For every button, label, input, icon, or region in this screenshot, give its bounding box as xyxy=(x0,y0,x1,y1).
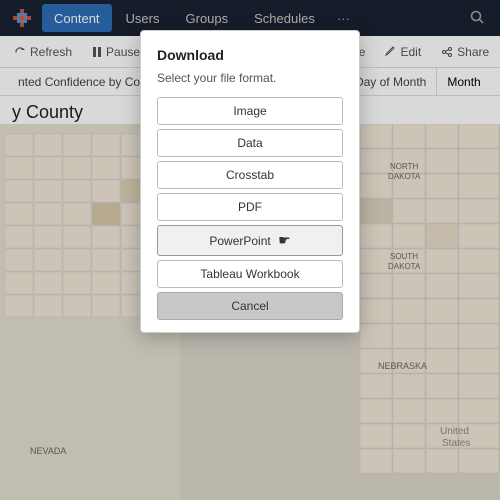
modal-overlay: Download Select your file format. Image … xyxy=(0,0,500,500)
download-dialog: Download Select your file format. Image … xyxy=(140,30,360,333)
format-data-button[interactable]: Data xyxy=(157,129,343,157)
format-pdf-button[interactable]: PDF xyxy=(157,193,343,221)
dialog-subtitle: Select your file format. xyxy=(157,71,343,85)
format-tableau-workbook-button[interactable]: Tableau Workbook xyxy=(157,260,343,288)
cancel-button[interactable]: Cancel xyxy=(157,292,343,320)
format-crosstab-button[interactable]: Crosstab xyxy=(157,161,343,189)
cursor-pointer: ☛ xyxy=(278,232,291,249)
dialog-title: Download xyxy=(157,47,343,63)
format-image-button[interactable]: Image xyxy=(157,97,343,125)
format-powerpoint-button[interactable]: PowerPoint ☛ xyxy=(157,225,343,256)
